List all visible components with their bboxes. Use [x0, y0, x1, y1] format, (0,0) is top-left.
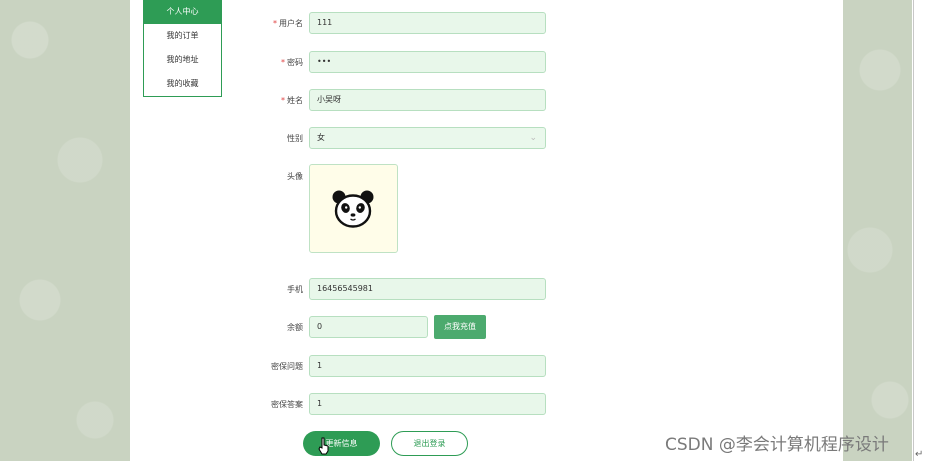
- user-center-menu: 个人中心 我的订单 我的地址 我的收藏: [143, 0, 222, 97]
- password-input[interactable]: •••: [309, 51, 546, 73]
- security-answer-input[interactable]: 1: [309, 393, 546, 415]
- panda-avatar-icon: [332, 190, 374, 228]
- csdn-watermark: CSDN @李会计算机程序设计: [665, 435, 889, 455]
- password-label: * 密码: [281, 58, 303, 67]
- return-mark-icon: ↵: [915, 449, 924, 460]
- gender-select[interactable]: 女 ⌄: [309, 127, 546, 149]
- right-margin: [912, 0, 931, 461]
- chevron-down-icon: ⌄: [529, 133, 537, 143]
- security-answer-label: 密保答案: [271, 400, 303, 409]
- security-question-label: 密保问题: [271, 362, 303, 371]
- username-input[interactable]: 111: [309, 12, 546, 34]
- right-border-line: [913, 0, 914, 461]
- security-question-input[interactable]: 1: [309, 355, 546, 377]
- menu-item-my-favorites[interactable]: 我的收藏: [144, 72, 221, 96]
- update-info-button[interactable]: 更新信息: [303, 431, 380, 456]
- name-input[interactable]: 小吴呀: [309, 89, 546, 111]
- logout-button[interactable]: 退出登录: [391, 431, 468, 456]
- hand-cursor-icon: [318, 437, 329, 455]
- phone-label: 手机: [287, 285, 303, 294]
- balance-input[interactable]: 0: [309, 316, 428, 338]
- name-label: * 姓名: [281, 96, 303, 105]
- gender-value: 女: [317, 133, 325, 142]
- recharge-button[interactable]: 点我充值: [434, 315, 486, 339]
- username-label: * 用户名: [273, 19, 303, 28]
- balance-label: 余额: [287, 323, 303, 332]
- avatar-label: 头像: [287, 172, 303, 181]
- avatar-upload[interactable]: [309, 164, 398, 253]
- phone-input[interactable]: 16456545981: [309, 278, 546, 300]
- gender-label: 性别: [287, 134, 303, 143]
